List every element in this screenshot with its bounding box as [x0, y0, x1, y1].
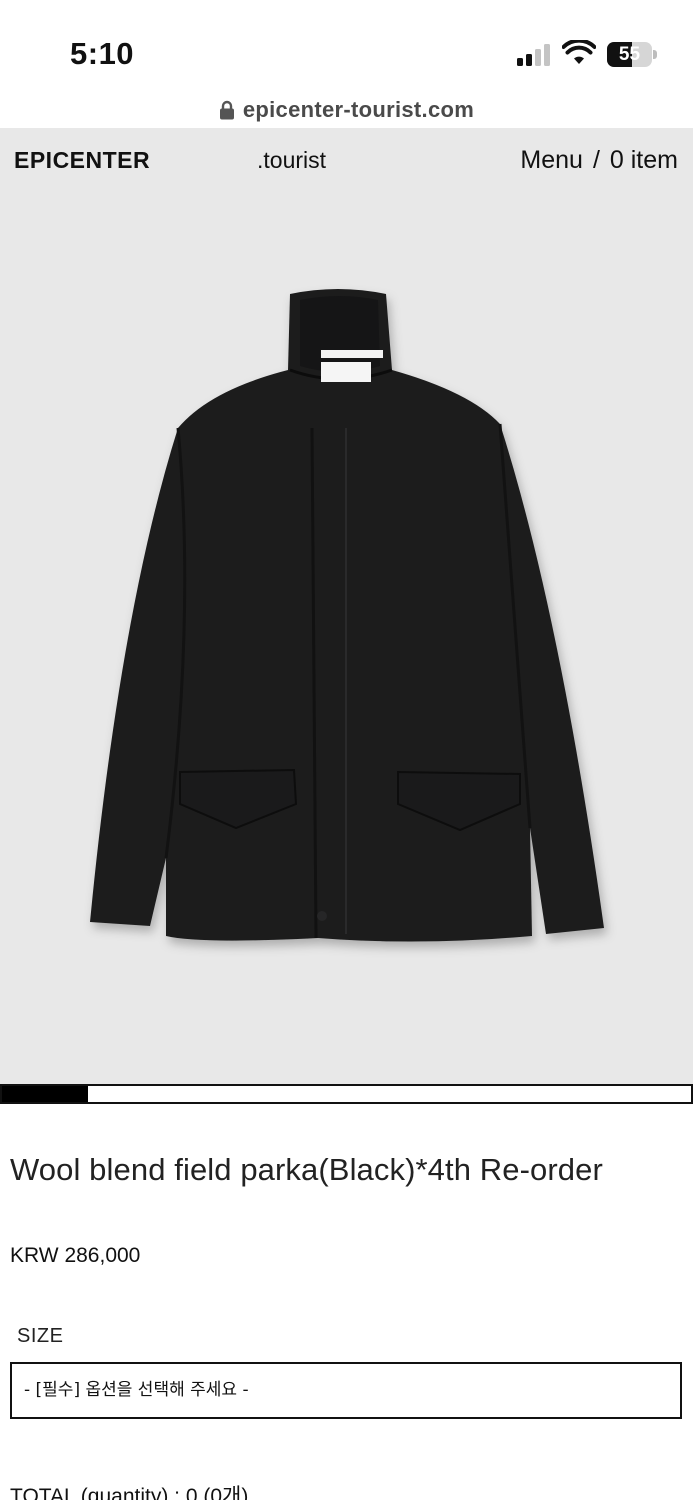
status-time: 5:10 — [70, 36, 135, 71]
sub-brand-link[interactable]: .tourist — [257, 147, 326, 174]
nav-separator: / — [592, 146, 600, 174]
gallery-progress-bar[interactable] — [0, 1084, 693, 1104]
size-select[interactable]: - [필수] 옵션을 선택해 주세요 - — [10, 1362, 682, 1419]
header-nav: Menu / 0 item — [520, 146, 678, 175]
status-bar: 5:10 55 — [0, 0, 693, 92]
cellular-signal-icon — [517, 44, 551, 66]
product-gallery: EPICENTER .tourist Menu / 0 item — [0, 128, 693, 1084]
size-label: SIZE — [17, 1325, 64, 1347]
menu-link[interactable]: Menu — [520, 146, 583, 175]
battery-percent: 55 — [618, 44, 641, 65]
gallery-progress-thumb — [2, 1086, 89, 1102]
address-bar[interactable]: epicenter-tourist.com — [0, 92, 693, 128]
brand-logo[interactable]: EPICENTER — [14, 147, 150, 174]
total-quantity: TOTAL (quantity) : 0 (0개) — [10, 1485, 249, 1500]
product-title: Wool blend field parka(Black)*4th Re-ord… — [10, 1152, 603, 1187]
product-image[interactable] — [0, 192, 693, 1084]
lock-icon — [219, 100, 234, 120]
url-text: epicenter-tourist.com — [242, 97, 475, 122]
cart-link[interactable]: 0 item — [610, 146, 678, 175]
site-header: EPICENTER .tourist Menu / 0 item — [0, 128, 693, 192]
battery-icon: 55 — [607, 42, 657, 67]
wifi-icon — [562, 40, 596, 64]
product-price: KRW 286,000 — [10, 1244, 141, 1267]
